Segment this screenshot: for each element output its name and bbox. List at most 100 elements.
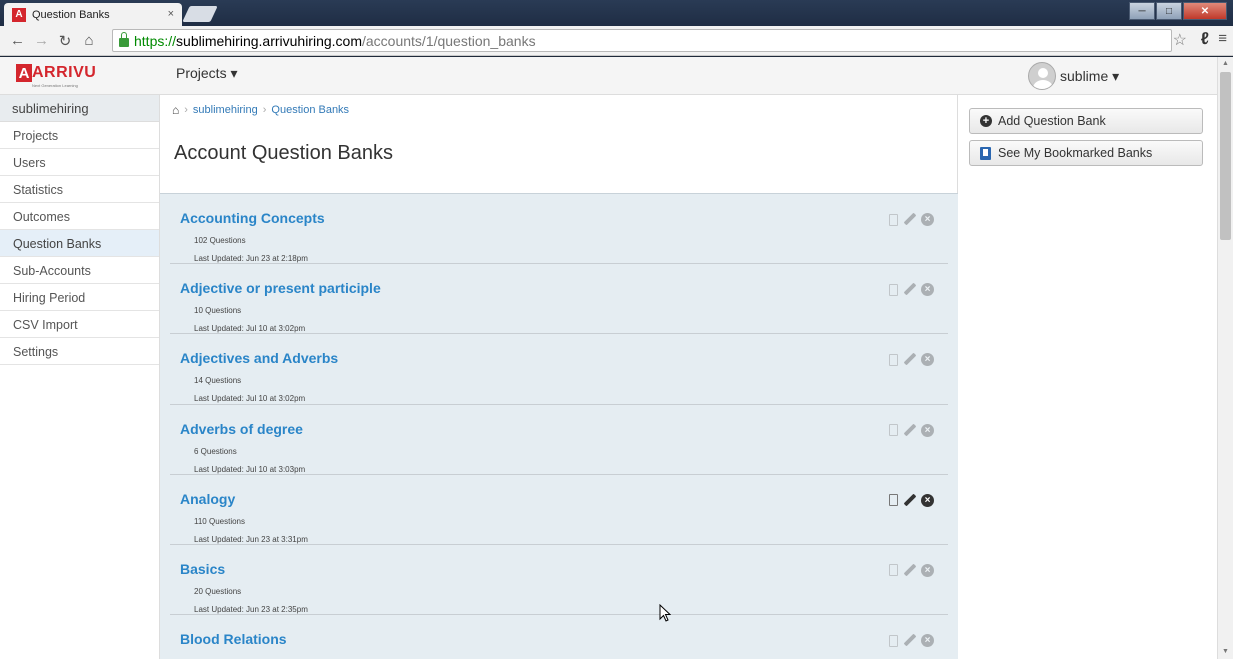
question-count: 14 Questions <box>194 376 242 386</box>
bank-actions: × <box>884 493 934 507</box>
sidebar-item-sub-accounts[interactable]: Sub-Accounts <box>0 257 159 284</box>
add-question-bank-button[interactable]: + Add Question Bank <box>969 108 1203 134</box>
delete-icon[interactable]: × <box>921 213 934 226</box>
window-close-icon[interactable]: ✕ <box>1183 2 1227 20</box>
scroll-up-icon[interactable]: ▲ <box>1222 60 1229 67</box>
question-bank-link[interactable]: Adverbs of degree <box>180 421 303 437</box>
maximize-icon[interactable]: □ <box>1156 2 1182 20</box>
user-dropdown[interactable]: sublime ▾ <box>1028 62 1119 90</box>
bookmark-icon[interactable] <box>889 424 898 437</box>
user-name: sublime ▾ <box>1060 67 1120 84</box>
edit-pencil-icon[interactable] <box>903 634 916 647</box>
question-bank-row: Adverbs of degree 6 Questions Last Updated… <box>170 405 948 475</box>
question-bank-link[interactable]: Accounting Concepts <box>180 210 325 226</box>
tab-close-icon[interactable]: × <box>168 8 174 20</box>
reload-icon[interactable]: ↻ <box>58 32 72 50</box>
avatar <box>1028 62 1056 90</box>
question-bank-link[interactable]: Analogy <box>180 491 235 507</box>
sidebar-item-hiring-period[interactable]: Hiring Period <box>0 284 159 311</box>
browser-menu-icon[interactable]: ≡ <box>1218 30 1227 47</box>
question-bank-link[interactable]: Basics <box>180 561 225 577</box>
breadcrumb-separator-icon: › <box>262 104 267 116</box>
edit-pencil-icon[interactable] <box>903 494 916 507</box>
bookmarked-banks-button[interactable]: See My Bookmarked Banks <box>969 140 1203 166</box>
arrivu-logo[interactable]: A ARRIVU Next Generation Learning <box>16 64 96 90</box>
delete-icon[interactable]: × <box>921 353 934 367</box>
home-icon[interactable]: ⌂ <box>172 103 179 117</box>
sidebar-item-users[interactable]: Users <box>0 149 159 176</box>
minimize-icon[interactable]: ─ <box>1129 2 1155 20</box>
back-arrow-icon[interactable]: ← <box>10 32 25 49</box>
delete-icon[interactable]: × <box>921 634 934 648</box>
bookmark-star-icon[interactable]: ☆ <box>1173 30 1187 50</box>
page-title: Account Question Banks <box>174 142 394 164</box>
sidebar-item-settings[interactable]: Settings <box>0 338 159 365</box>
mouse-cursor-icon <box>659 604 671 622</box>
edit-pencil-icon[interactable] <box>903 424 916 437</box>
last-updated: Last Updated: Jul 10 at 3:03pm <box>194 464 306 474</box>
delete-icon[interactable]: × <box>921 423 934 437</box>
main-content: ⌂ › sublimehiring › Question Banks Accou… <box>160 95 958 659</box>
sidebar-item-csv-import[interactable]: CSV Import <box>0 311 159 338</box>
bookmark-icon[interactable] <box>889 494 898 507</box>
bookmark-book-icon <box>980 146 991 160</box>
browser-toolbar: ← → ↻ ⌂ https://sublimehiring.arrivuhiri… <box>0 26 1233 56</box>
bookmark-icon[interactable] <box>889 564 898 577</box>
question-bank-link[interactable]: Adjective or present participle <box>180 280 381 296</box>
breadcrumb-separator-icon: › <box>184 104 188 116</box>
scroll-down-icon[interactable]: ▼ <box>1222 648 1229 655</box>
last-updated: Last Updated: Jul 10 at 3:02pm <box>194 324 306 334</box>
last-updated: Last Updated: Jun 23 at 3:31pm <box>194 534 308 544</box>
edit-pencil-icon[interactable] <box>903 213 916 226</box>
edit-pencil-icon[interactable] <box>903 564 916 577</box>
sidebar: sublimehiring Projects Users Statistics … <box>0 95 160 659</box>
question-count: 102 Questions <box>194 236 246 245</box>
breadcrumb-current[interactable]: Question Banks <box>271 104 349 116</box>
bookmark-icon[interactable] <box>889 283 898 296</box>
sidebar-item-projects[interactable]: Projects <box>0 122 159 149</box>
edit-pencil-icon[interactable] <box>903 283 916 296</box>
question-bank-row: Basics 20 Questions Last Updated: Jun 23 a… <box>170 545 948 616</box>
question-bank-link[interactable]: Adjectives and Adverbs <box>180 350 338 366</box>
question-bank-list: Accounting Concepts 102 Questions Last Upd… <box>160 193 958 659</box>
question-bank-row: Accounting Concepts 102 Questions Last Upd… <box>170 194 948 265</box>
bookmarked-banks-label: See My Bookmarked Banks <box>998 146 1153 160</box>
delete-icon[interactable]: × <box>921 563 934 577</box>
question-bank-link[interactable]: Blood Relations <box>180 631 287 647</box>
breadcrumb-account[interactable]: sublimehiring <box>193 104 258 116</box>
browser-titlebar: A Question Banks × ─ □ ✕ <box>0 0 1233 26</box>
new-tab-button[interactable] <box>182 6 218 22</box>
lock-icon <box>119 32 129 47</box>
window-controls: ─ □ ✕ <box>1128 2 1227 20</box>
bookmark-icon[interactable] <box>889 353 898 366</box>
bank-actions: × <box>884 283 934 297</box>
delete-icon[interactable]: × <box>921 493 934 507</box>
browser-tab[interactable]: A Question Banks × <box>4 3 182 26</box>
home-browser-icon[interactable]: ⌂ <box>82 32 96 49</box>
tab-title: Question Banks <box>32 8 110 21</box>
bank-actions: × <box>884 353 934 367</box>
address-bar[interactable]: https://sublimehiring.arrivuhiring.com/a… <box>112 29 1172 52</box>
forward-arrow-icon[interactable]: → <box>34 32 49 49</box>
bank-actions: × <box>884 423 934 437</box>
logo-word: ARRIVU <box>32 64 97 81</box>
page-scrollbar[interactable]: ▲ ▼ <box>1217 57 1233 659</box>
url-host: sublimehiring.arrivuhiring.com <box>176 32 362 49</box>
last-updated: Last Updated: Jun 23 at 2:35pm <box>194 604 308 614</box>
app-navbar: A ARRIVU Next Generation Learning Projec… <box>0 57 1217 95</box>
bookmark-icon[interactable] <box>889 634 898 647</box>
right-sidebar: + Add Question Bank See My Bookmarked Ba… <box>959 95 1217 659</box>
breadcrumb: ⌂ › sublimehiring › Question Banks <box>172 103 349 117</box>
sidebar-item-outcomes[interactable]: Outcomes <box>0 203 159 230</box>
arrivu-favicon-icon: A <box>12 7 26 22</box>
sidebar-item-question-banks[interactable]: Question Banks <box>0 230 159 257</box>
question-count: 20 Questions <box>194 586 242 596</box>
extension-icon[interactable]: ℓ <box>1201 29 1209 49</box>
projects-dropdown[interactable]: Projects ▾ <box>176 65 238 82</box>
plus-circle-icon: + <box>980 115 992 127</box>
scrollbar-thumb[interactable] <box>1220 72 1231 240</box>
bookmark-icon[interactable] <box>889 213 898 226</box>
delete-icon[interactable]: × <box>921 283 934 297</box>
edit-pencil-icon[interactable] <box>903 353 916 366</box>
sidebar-item-statistics[interactable]: Statistics <box>0 176 159 203</box>
